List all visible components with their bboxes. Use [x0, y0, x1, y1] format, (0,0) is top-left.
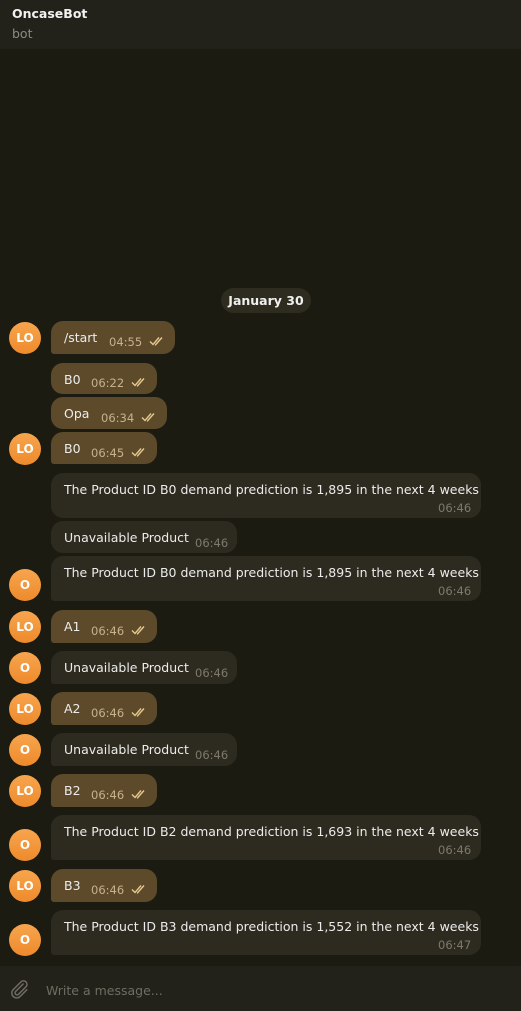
- avatar-bot[interactable]: O: [9, 652, 41, 684]
- message-text: The Product ID B0 demand prediction is 1…: [64, 482, 479, 497]
- double-check-icon: [141, 413, 155, 422]
- double-check-icon: [149, 337, 163, 346]
- double-check-icon: [131, 378, 145, 387]
- chat-header[interactable]: OncaseBot bot: [0, 0, 521, 49]
- chat-window: OncaseBot bot January 30 LO /start 04:55…: [0, 0, 521, 1011]
- avatar-user[interactable]: LO: [9, 775, 41, 807]
- message-time: 06:46: [195, 536, 229, 550]
- incoming-message[interactable]: The Product ID B3 demand prediction is 1…: [51, 910, 481, 955]
- message-time: 06:46: [195, 666, 229, 680]
- message-text: B2: [64, 783, 81, 798]
- message-time: 06:46: [438, 501, 472, 515]
- message-composer: [0, 966, 521, 1011]
- avatar-bot[interactable]: O: [9, 924, 41, 956]
- chat-title[interactable]: OncaseBot: [12, 6, 87, 21]
- double-check-icon: [131, 708, 145, 717]
- message-time: 06:46: [195, 748, 229, 762]
- avatar-bot[interactable]: O: [9, 734, 41, 766]
- message-text: B3: [64, 878, 81, 893]
- message-text: The Product ID B2 demand prediction is 1…: [64, 824, 479, 839]
- avatar-bot[interactable]: O: [9, 569, 41, 601]
- message-text: Opa: [64, 406, 90, 421]
- incoming-message[interactable]: The Product ID B0 demand prediction is 1…: [51, 556, 481, 601]
- message-input[interactable]: [44, 978, 508, 1002]
- message-text: The Product ID B0 demand prediction is 1…: [64, 565, 479, 580]
- incoming-message[interactable]: Unavailable Product 06:46: [51, 733, 237, 766]
- double-check-icon: [131, 885, 145, 894]
- outgoing-message[interactable]: Opa 06:34: [51, 397, 167, 429]
- message-time: 06:46: [91, 624, 125, 638]
- outgoing-message[interactable]: B2 06:46: [51, 774, 157, 807]
- incoming-message[interactable]: Unavailable Product 06:46: [51, 521, 237, 553]
- avatar-bot[interactable]: O: [9, 829, 41, 861]
- outgoing-message[interactable]: A1 06:46: [51, 610, 157, 643]
- message-time: 06:46: [91, 883, 125, 897]
- message-time: 06:46: [91, 706, 125, 720]
- message-text: Unavailable Product: [64, 530, 189, 545]
- message-text: B0: [64, 372, 81, 387]
- outgoing-message[interactable]: A2 06:46: [51, 692, 157, 725]
- message-text: The Product ID B3 demand prediction is 1…: [64, 919, 479, 934]
- message-time: 06:47: [438, 938, 472, 952]
- message-time: 06:46: [91, 788, 125, 802]
- paperclip-icon[interactable]: [8, 978, 30, 1000]
- double-check-icon: [131, 626, 145, 635]
- outgoing-message[interactable]: /start 04:55: [51, 321, 175, 354]
- message-text: Unavailable Product: [64, 742, 189, 757]
- message-text: A2: [64, 701, 81, 716]
- outgoing-message[interactable]: B3 06:46: [51, 869, 157, 902]
- avatar-user[interactable]: LO: [9, 870, 41, 902]
- date-separator: January 30: [221, 288, 311, 313]
- double-check-icon: [131, 448, 145, 457]
- message-text: B0: [64, 441, 81, 456]
- avatar-user[interactable]: LO: [9, 611, 41, 643]
- outgoing-message[interactable]: B0 06:45: [51, 432, 157, 464]
- incoming-message[interactable]: Unavailable Product 06:46: [51, 651, 237, 684]
- message-time: 04:55: [109, 335, 143, 349]
- message-time: 06:22: [91, 376, 125, 390]
- chat-status: bot: [12, 26, 33, 41]
- message-text: Unavailable Product: [64, 660, 189, 675]
- message-text: A1: [64, 619, 81, 634]
- avatar-user[interactable]: LO: [9, 693, 41, 725]
- double-check-icon: [131, 790, 145, 799]
- incoming-message[interactable]: The Product ID B2 demand prediction is 1…: [51, 815, 481, 860]
- outgoing-message[interactable]: B0 06:22: [51, 363, 157, 394]
- incoming-message[interactable]: The Product ID B0 demand prediction is 1…: [51, 473, 481, 518]
- message-time: 06:34: [101, 411, 135, 425]
- message-time: 06:46: [438, 843, 472, 857]
- avatar-user[interactable]: LO: [9, 322, 41, 354]
- message-time: 06:46: [438, 584, 472, 598]
- avatar-user[interactable]: LO: [9, 433, 41, 465]
- message-text: /start: [64, 330, 98, 345]
- message-time: 06:45: [91, 446, 125, 460]
